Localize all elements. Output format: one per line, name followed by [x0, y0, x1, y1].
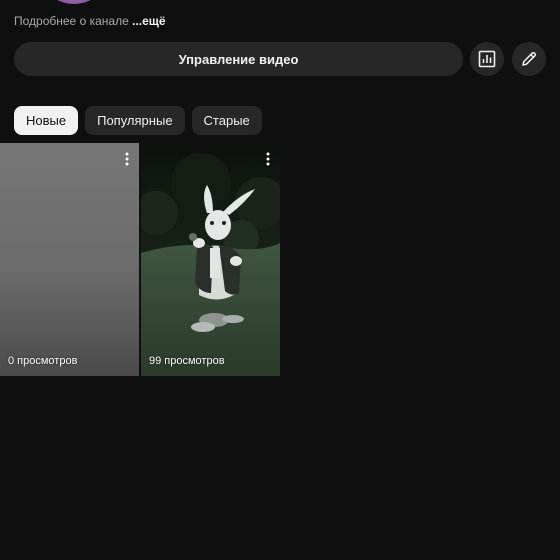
bar-chart-icon	[478, 50, 496, 68]
pencil-icon	[522, 51, 537, 66]
edit-channel-button[interactable]	[512, 42, 546, 76]
about-text: Подробнее о канале	[14, 14, 129, 28]
chip-newest[interactable]: Новые	[14, 106, 79, 135]
short-thumbnail[interactable]: 0 просмотров	[0, 143, 139, 376]
more-vert-icon[interactable]	[262, 151, 274, 167]
view-count: 99 просмотров	[149, 355, 225, 367]
more-link[interactable]: ...ещё	[132, 14, 165, 28]
chip-oldest[interactable]: Старые	[191, 106, 262, 135]
manage-videos-button[interactable]: Управление видео	[14, 42, 463, 76]
rabbit-thumbnail-image	[141, 143, 280, 376]
chip-popular[interactable]: Популярные	[85, 106, 185, 135]
more-vert-icon[interactable]	[121, 151, 133, 167]
analytics-button[interactable]	[470, 42, 504, 76]
shorts-grid: 0 просмотров 99 просмотров	[0, 143, 280, 376]
view-count: 0 просмотров	[8, 355, 78, 367]
channel-avatar[interactable]	[44, 0, 104, 4]
manage-videos-label: Управление видео	[178, 51, 299, 67]
short-thumbnail[interactable]: 99 просмотров	[141, 143, 280, 376]
channel-content-page: Подробнее о канале ...ещё Управление вид…	[0, 0, 560, 560]
sort-chips: Новые Популярные Старые	[14, 106, 262, 135]
channel-about-row[interactable]: Подробнее о канале ...ещё	[14, 14, 166, 28]
